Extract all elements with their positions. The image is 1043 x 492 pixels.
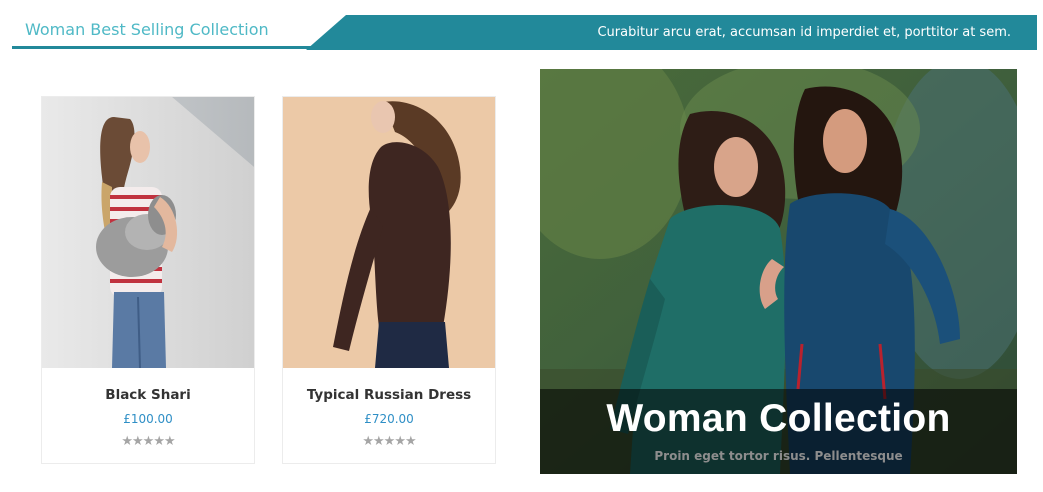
product-photo-typical-russian-dress xyxy=(283,97,495,368)
section-header: Woman Best Selling Collection Curabitur … xyxy=(0,0,1043,60)
product-name[interactable]: Typical Russian Dress xyxy=(283,387,495,403)
header-underline xyxy=(12,46,322,49)
product-image[interactable] xyxy=(42,97,254,368)
rating-stars: ★★★★★ xyxy=(362,433,416,448)
product-price: £720.00 xyxy=(364,412,414,426)
banner-title[interactable]: Woman Collection xyxy=(540,397,1017,441)
section-title: Woman Best Selling Collection xyxy=(25,20,269,39)
product-name[interactable]: Black Shari xyxy=(42,387,254,403)
section-tagline: Curabitur arcu erat, accumsan id imperdi… xyxy=(597,25,1011,40)
collection-banner[interactable]: Woman Collection Proin eget tortor risus… xyxy=(540,69,1017,474)
product-photo-black-shari xyxy=(42,97,254,368)
banner-subtitle: Proin eget tortor risus. Pellentesque xyxy=(654,449,903,463)
product-price: £100.00 xyxy=(123,412,173,426)
rating-stars: ★★★★★ xyxy=(121,433,175,448)
product-card[interactable]: Typical Russian Dress £720.00 ★★★★★ xyxy=(282,96,496,464)
product-image[interactable] xyxy=(283,97,495,368)
product-card[interactable]: Black Shari £100.00 ★★★★★ xyxy=(41,96,255,464)
